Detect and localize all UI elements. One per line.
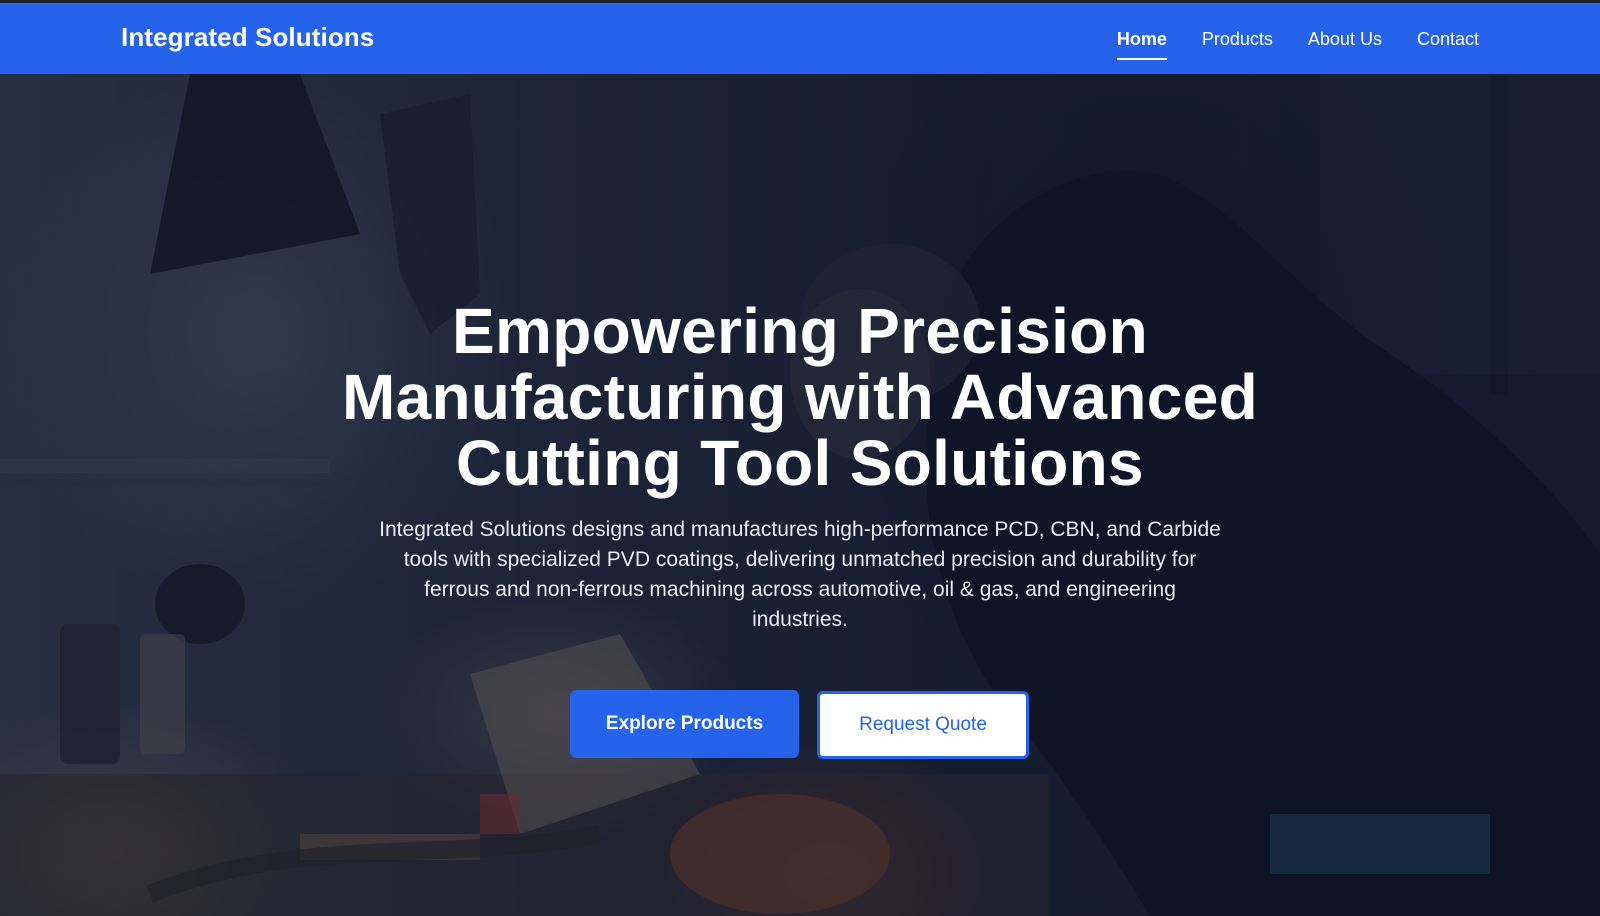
explore-products-button[interactable]: Explore Products [570,690,799,758]
main-navigation: Home Products About Us Contact [1116,3,1479,74]
page: Integrated Solutions Home Products About… [0,0,1600,916]
request-quote-button[interactable]: Request Quote [817,691,1029,759]
brand-logo-text[interactable]: Integrated Solutions [121,22,374,53]
hero-section: Empowering Precision Manufacturing with … [0,74,1600,916]
hero-description: Integrated Solutions designs and manufac… [379,518,1221,631]
top-navbar: Integrated Solutions Home Products About… [0,0,1600,74]
nav-link-home[interactable]: Home [1116,27,1167,60]
nav-link-contact[interactable]: Contact [1417,27,1479,51]
hero-title: Empowering Precision Manufacturing with … [341,295,1258,499]
nav-link-products[interactable]: Products [1202,27,1273,51]
nav-link-about-us[interactable]: About Us [1308,27,1382,51]
